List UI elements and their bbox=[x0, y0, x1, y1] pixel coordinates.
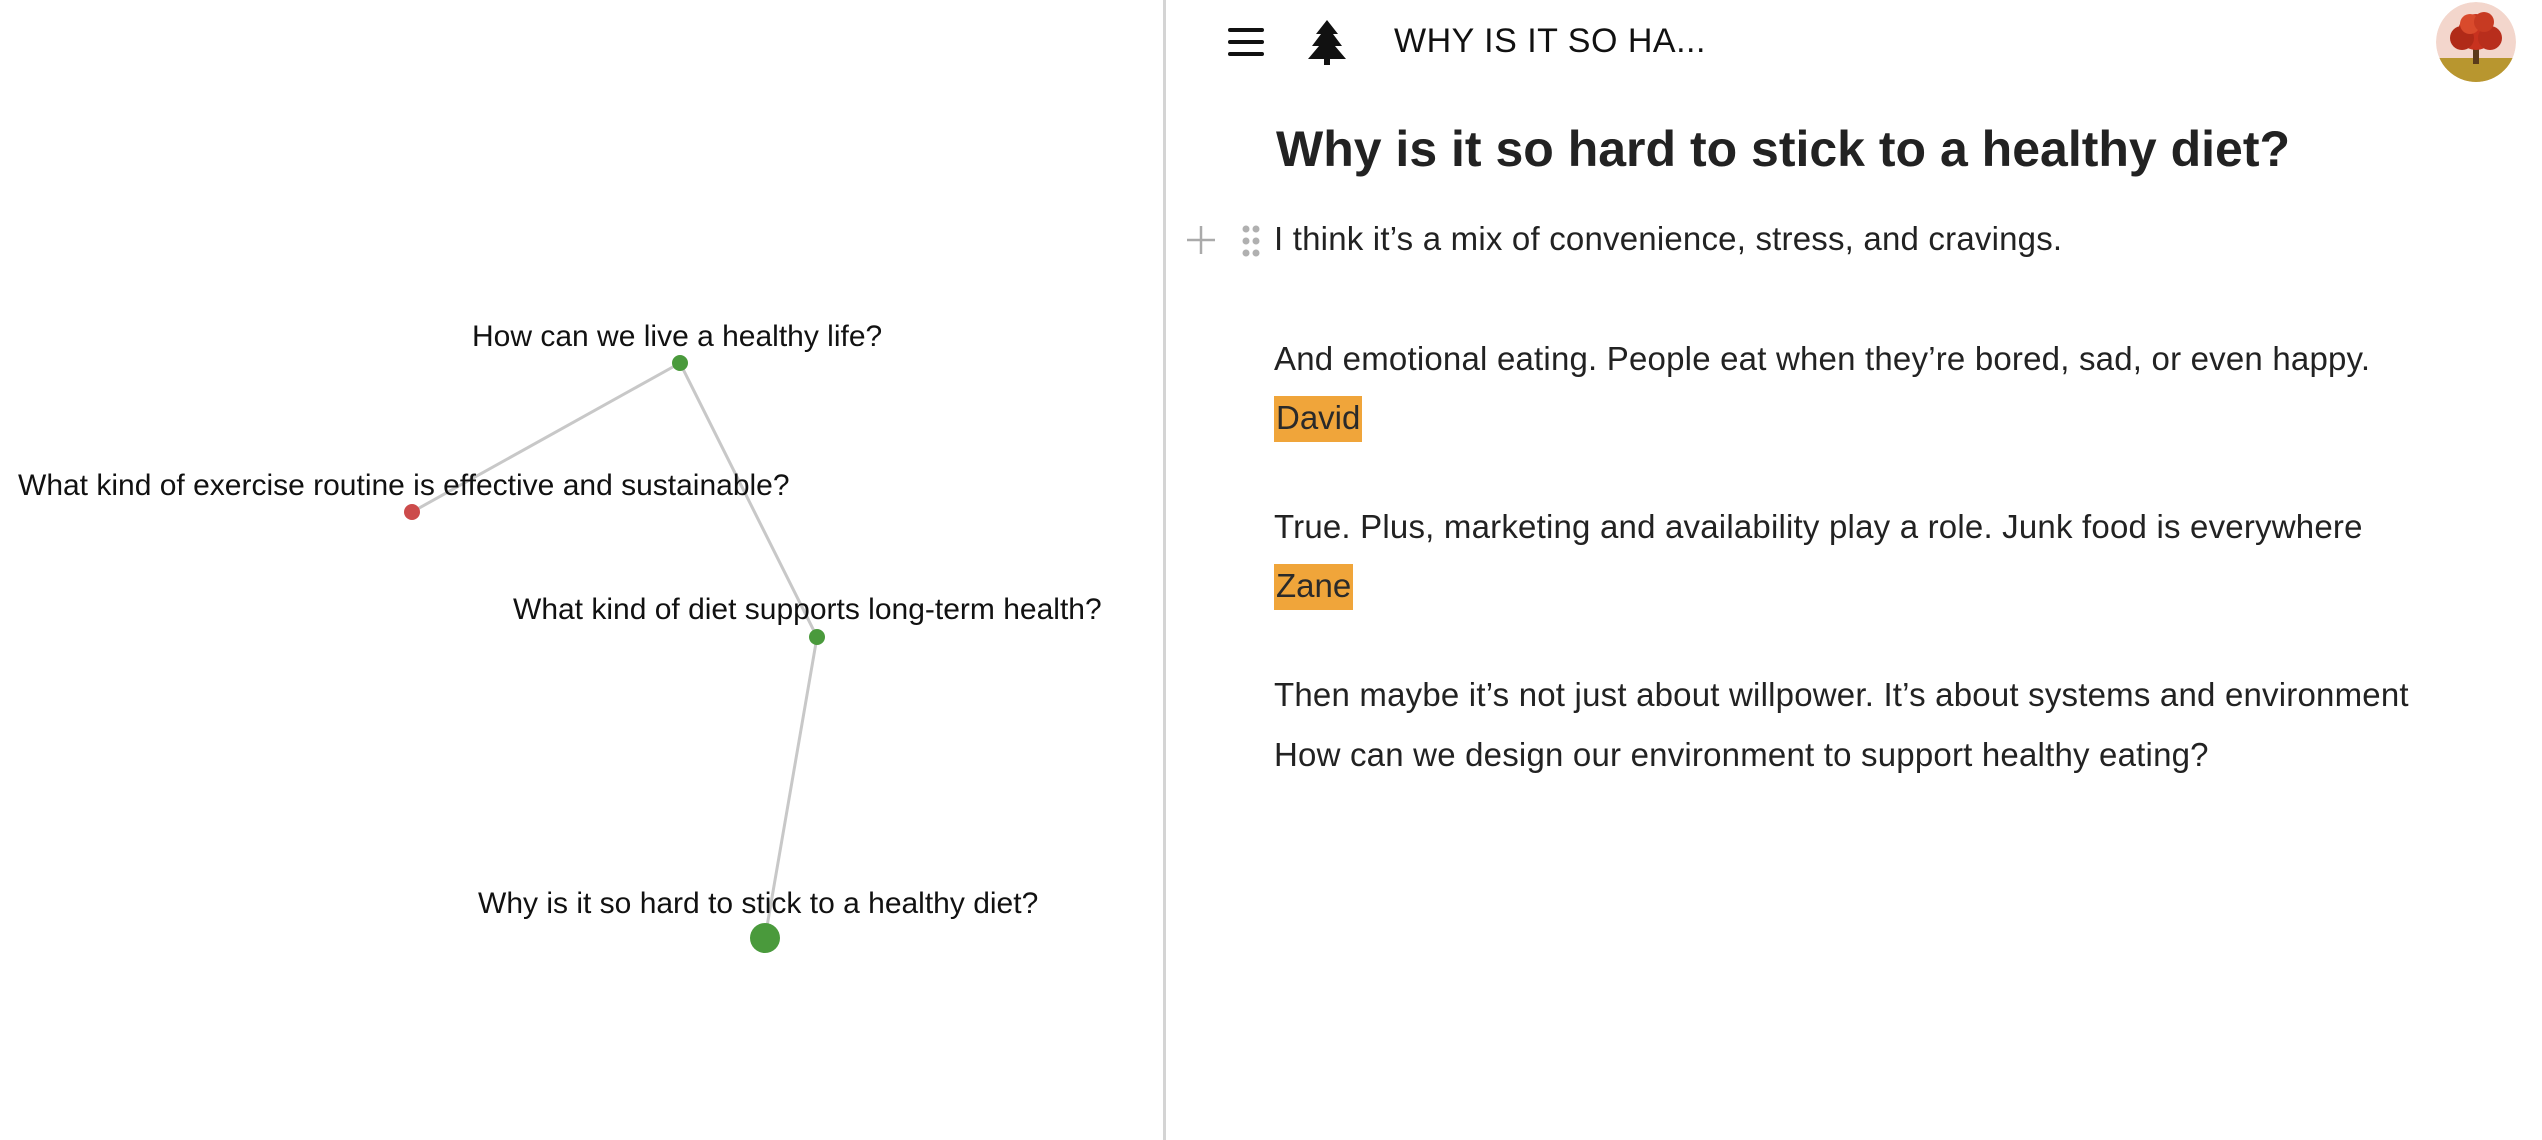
document-editor-pane: WHY IS IT SO HA... Why is it so hard to bbox=[1166, 0, 2542, 1140]
user-avatar[interactable] bbox=[2436, 2, 2516, 82]
graph-node[interactable]: What kind of exercise routine is effecti… bbox=[18, 469, 790, 520]
graph-edges bbox=[411, 361, 819, 939]
app-root: How can we live a healthy life? What kin… bbox=[0, 0, 2542, 1140]
paragraph-block[interactable]: How can we design our environment to sup… bbox=[1274, 736, 2209, 774]
add-block-plus-icon[interactable] bbox=[1184, 220, 1218, 260]
graph-node[interactable]: Why is it so hard to stick to a healthy … bbox=[478, 887, 1038, 953]
document-breadcrumb[interactable]: WHY IS IT SO HA... bbox=[1394, 22, 1706, 61]
editor-topbar: WHY IS IT SO HA... bbox=[1166, 0, 2542, 84]
paragraph-block[interactable]: True. Plus, marketing and availability p… bbox=[1274, 508, 2363, 546]
pine-tree-icon[interactable] bbox=[1306, 18, 1348, 66]
author-tag[interactable]: David bbox=[1274, 396, 1363, 442]
drag-handle-icon[interactable] bbox=[1240, 224, 1262, 258]
question-graph-pane: How can we live a healthy life? What kin… bbox=[0, 0, 1164, 1140]
author-tag[interactable]: Zane bbox=[1274, 564, 1354, 610]
graph-node-dot[interactable] bbox=[750, 923, 780, 953]
question-graph: How can we live a healthy life? What kin… bbox=[18, 320, 1102, 953]
hamburger-menu-icon[interactable] bbox=[1226, 24, 1266, 60]
graph-node-label[interactable]: Why is it so hard to stick to a healthy … bbox=[478, 887, 1038, 920]
paragraph-block[interactable]: Then maybe it’s not just about willpower… bbox=[1274, 676, 2409, 714]
graph-node[interactable]: What kind of diet supports long-term hea… bbox=[513, 593, 1102, 645]
graph-node-dot[interactable] bbox=[809, 629, 825, 645]
paragraph-block[interactable]: I think it’s a mix of convenience, stres… bbox=[1274, 220, 2062, 258]
block-handles bbox=[1184, 220, 1264, 260]
paragraph-block[interactable]: And emotional eating. People eat when th… bbox=[1274, 340, 2370, 378]
graph-node[interactable]: How can we live a healthy life? bbox=[472, 320, 882, 371]
graph-node-dot[interactable] bbox=[672, 355, 688, 371]
graph-node-label[interactable]: How can we live a healthy life? bbox=[472, 320, 882, 353]
graph-node-label[interactable]: What kind of exercise routine is effecti… bbox=[18, 469, 790, 502]
document-title[interactable]: Why is it so hard to stick to a healthy … bbox=[1276, 120, 2290, 178]
graph-node-label[interactable]: What kind of diet supports long-term hea… bbox=[513, 593, 1102, 626]
graph-node-dot[interactable] bbox=[404, 504, 420, 520]
